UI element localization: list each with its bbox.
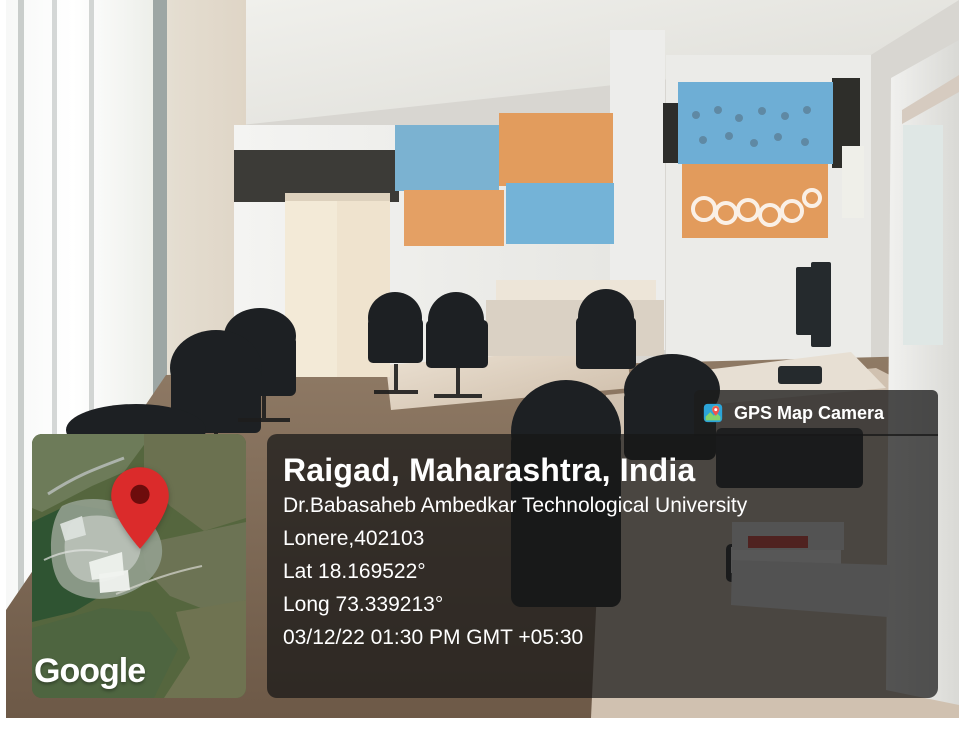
location-map-thumbnail: Google xyxy=(32,434,246,698)
map-watermark: Google xyxy=(34,652,146,690)
location-pin-icon xyxy=(111,467,169,549)
map-camera-icon xyxy=(703,403,723,423)
location-title: Raigad, Maharashtra, India xyxy=(283,452,696,488)
address-line-1: Dr.Babasaheb Ambedkar Technological Univ… xyxy=(283,494,748,517)
longitude-text: Long 73.339213° xyxy=(283,593,444,616)
timestamp-text: 03/12/22 01:30 PM GMT +05:30 xyxy=(283,626,584,649)
gps-map-camera-badge: GPS Map Camera xyxy=(694,390,938,436)
app-badge-label: GPS Map Camera xyxy=(734,402,885,423)
latitude-text: Lat 18.169522° xyxy=(283,560,426,583)
address-line-2: Lonere,402103 xyxy=(283,527,425,550)
photo-frame: GPS Map Camera Google Raigad, Maharashtr… xyxy=(0,0,965,729)
location-info-panel: Raigad, Maharashtra, India Dr.Babasaheb … xyxy=(267,434,938,698)
